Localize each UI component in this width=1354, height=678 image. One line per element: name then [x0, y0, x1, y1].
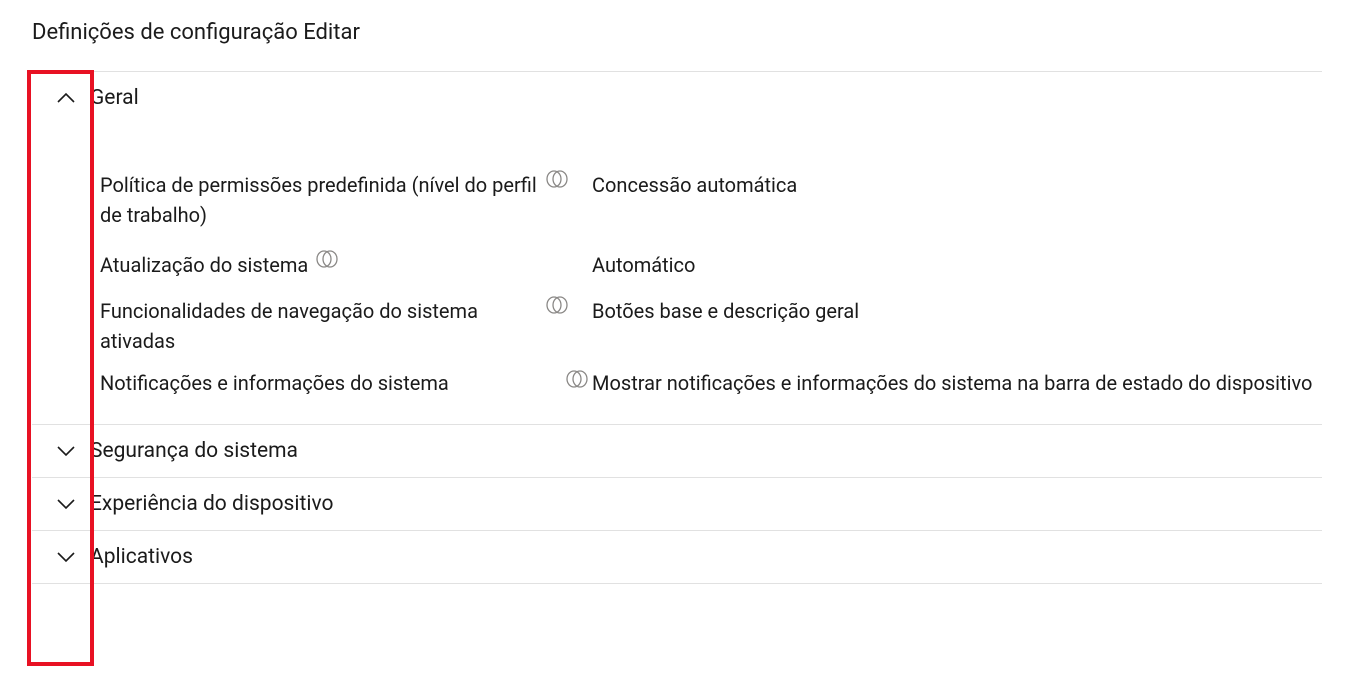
section-apps: Aplicativos: [32, 531, 1322, 584]
section-header-device-experience[interactable]: Experiência do dispositivo: [32, 478, 1322, 530]
section-system-security: Segurança do sistema: [32, 425, 1322, 478]
row-default-permission: Política de permissões predefinida (níve…: [32, 160, 1322, 240]
settings-panel: Definições de configuração Editar Geral …: [0, 0, 1354, 594]
info-icon[interactable]: [316, 250, 338, 268]
section-title-apps: Aplicativos: [90, 545, 193, 569]
label-default-permission: Política de permissões predefinida (níve…: [100, 170, 538, 230]
chevron-down-icon: [57, 445, 75, 457]
chevron-down-icon: [57, 551, 75, 563]
section-title-system-security: Segurança do sistema: [90, 439, 298, 463]
section-header-apps[interactable]: Aplicativos: [32, 531, 1322, 583]
section-device-experience: Experiência do dispositivo: [32, 478, 1322, 531]
chevron-down-icon: [57, 498, 75, 510]
info-icon[interactable]: [546, 296, 568, 314]
info-icon[interactable]: [546, 170, 568, 188]
accordion: Geral Política de permissões predefinida…: [32, 71, 1322, 584]
chevron-up-icon: [57, 92, 75, 104]
value-nav-features: Botões base e descrição geral: [592, 296, 1322, 326]
label-system-update: Atualização do sistema: [100, 250, 308, 280]
value-notifications: Mostrar notificações e informações do si…: [592, 368, 1322, 398]
label-nav-features: Funcionalidades de navegação do sistema …: [100, 296, 538, 356]
label-notifications: Notificações e informações do sistema: [100, 368, 449, 398]
value-system-update: Automático: [592, 250, 1322, 280]
section-header-system-security[interactable]: Segurança do sistema: [32, 425, 1322, 477]
section-body-general: Política de permissões predefinida (níve…: [32, 124, 1322, 424]
info-icon[interactable]: [566, 370, 588, 388]
row-nav-features: Funcionalidades de navegação do sistema …: [32, 290, 1322, 362]
page-title: Definições de configuração Editar: [32, 20, 1322, 45]
section-title-device-experience: Experiência do dispositivo: [90, 492, 333, 516]
row-notifications: Notificações e informações do sistema Mo…: [32, 362, 1322, 404]
row-system-update: Atualização do sistema Automático: [32, 240, 1322, 290]
section-title-general: Geral: [90, 86, 139, 110]
value-default-permission: Concessão automática: [592, 170, 1322, 200]
section-header-general[interactable]: Geral: [32, 72, 1322, 124]
section-general: Geral Política de permissões predefinida…: [32, 72, 1322, 425]
